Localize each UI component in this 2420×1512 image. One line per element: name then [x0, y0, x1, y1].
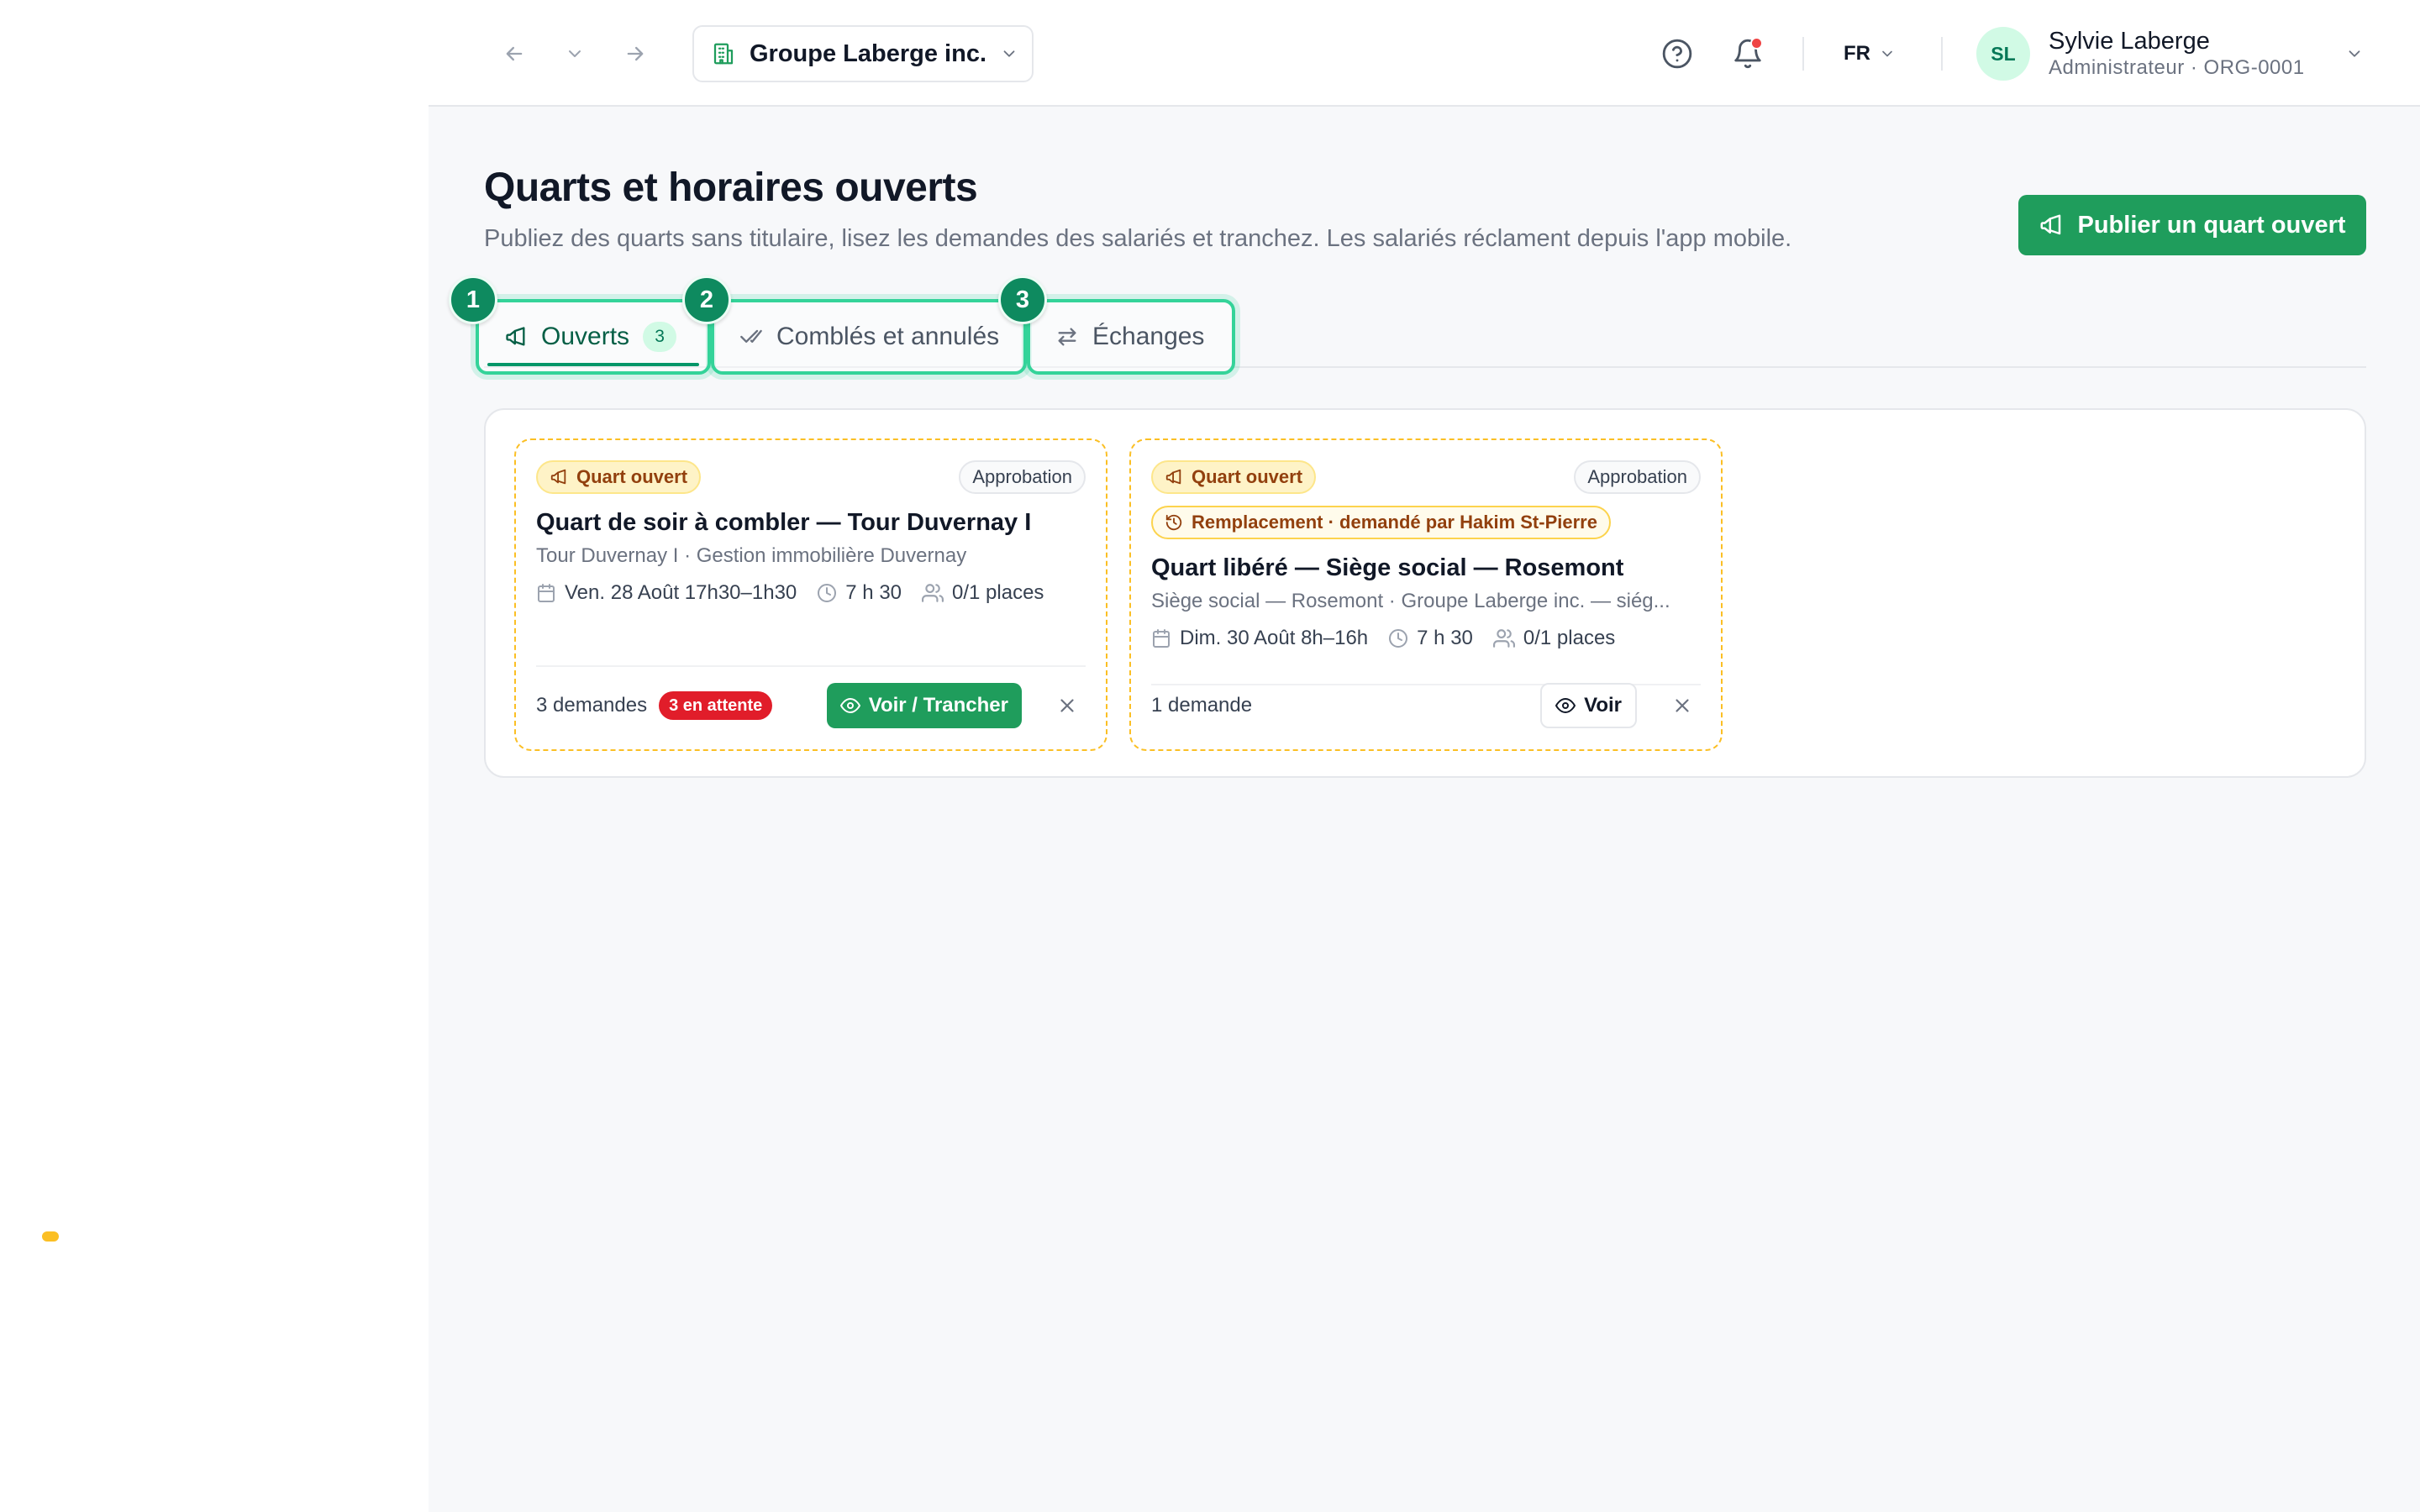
view-button[interactable]: Voir — [1540, 683, 1637, 728]
shift-duration-text: 7 h 30 — [1417, 627, 1473, 649]
shift-title: Quart de soir à combler — Tour Duvernay … — [536, 509, 1032, 536]
open-shifts-panel: Quart ouvert Approbation Quart de soir à… — [484, 408, 2366, 778]
shift-date: Dim. 30 Août 8h–16h — [1151, 627, 1368, 650]
shift-date: Ven. 28 Août 17h30–1h30 — [536, 581, 797, 605]
shift-duration: 7 h 30 — [817, 581, 902, 605]
tab-label: Échanges — [1092, 323, 1205, 350]
status-indicator-dot — [42, 1231, 59, 1242]
step-marker-1: 1 — [449, 276, 497, 324]
divider — [1941, 37, 1943, 71]
open-shift-badge: Quart ouvert — [536, 460, 702, 494]
shift-date-text: Dim. 30 Août 8h–16h — [1180, 627, 1369, 649]
user-name: Sylvie Laberge — [2049, 28, 2210, 55]
sidebar — [0, 0, 429, 1512]
users-icon — [922, 582, 944, 604]
tab-label: Comblés et annulés — [776, 323, 1000, 350]
card-footer: 1 demande Voir — [1151, 679, 1701, 732]
active-tab-indicator — [487, 363, 699, 366]
publish-label: Publier un quart ouvert — [2077, 211, 2346, 239]
eye-icon — [839, 696, 860, 716]
pending-badge: 3 en attente — [659, 691, 773, 720]
calendar-icon — [536, 583, 556, 603]
tab-swaps[interactable]: Échanges — [1027, 299, 1235, 375]
back-arrow-icon[interactable] — [497, 37, 531, 71]
double-check-icon — [739, 325, 763, 349]
user-menu[interactable]: SL Sylvie Laberge Administrateur · ORG-0… — [1976, 25, 2364, 82]
swap-arrows-icon — [1055, 325, 1079, 349]
shift-card[interactable]: Quart ouvert Approbation Remplacement · … — [1129, 438, 1723, 751]
tab-filled-cancelled[interactable]: Comblés et annulés — [711, 299, 1027, 375]
shift-location: Tour Duvernay I · Gestion immobilière Du… — [536, 544, 967, 567]
notification-dot — [1750, 37, 1763, 50]
request-count: 1 demande — [1151, 694, 1253, 717]
building-icon — [711, 41, 736, 66]
top-bar: Groupe Laberge inc. FR SL Sylvie Laberge… — [429, 0, 2420, 107]
org-switcher[interactable]: Groupe Laberge inc. — [692, 25, 1034, 82]
calendar-icon — [1151, 628, 1171, 648]
eye-icon — [1555, 696, 1576, 716]
publish-open-shift-button[interactable]: Publier un quart ouvert — [2018, 195, 2366, 255]
user-role: Administrateur · ORG-0001 — [2049, 56, 2305, 79]
megaphone-icon — [550, 468, 568, 486]
shift-date-text: Ven. 28 Août 17h30–1h30 — [565, 581, 797, 604]
shift-card[interactable]: Quart ouvert Approbation Quart de soir à… — [514, 438, 1107, 751]
org-name: Groupe Laberge inc. — [750, 39, 986, 67]
language-selector[interactable]: FR — [1844, 34, 1896, 74]
shift-places-text: 0/1 places — [1523, 627, 1616, 649]
page-title: Quarts et horaires ouverts — [484, 165, 978, 210]
clock-icon — [1388, 628, 1408, 648]
tab-count-badge: 3 — [643, 322, 677, 352]
close-icon[interactable] — [1049, 687, 1086, 724]
card-divider — [536, 665, 1086, 667]
shift-duration-text: 7 h 30 — [845, 581, 902, 604]
avatar: SL — [1976, 27, 2030, 81]
approval-badge: Approbation — [1574, 460, 1701, 494]
page-subtitle: Publiez des quarts sans titulaire, lisez… — [484, 225, 1792, 252]
approval-badge: Approbation — [959, 460, 1086, 494]
open-shift-badge: Quart ouvert — [1151, 460, 1317, 494]
request-count: 3 demandes — [536, 694, 648, 717]
replacement-badge: Remplacement · demandé par Hakim St-Pier… — [1151, 506, 1611, 539]
button-label: Voir / Trancher — [868, 694, 1008, 717]
users-icon — [1492, 627, 1515, 649]
user-info: Sylvie Laberge Administrateur · ORG-0001 — [2049, 27, 2305, 81]
history-chevron-icon[interactable] — [558, 37, 592, 71]
language-label: FR — [1844, 42, 1870, 65]
badge-label: Quart ouvert — [1192, 466, 1303, 487]
notifications-button[interactable] — [1728, 34, 1768, 74]
shift-places: 0/1 places — [922, 581, 1044, 605]
shift-places: 0/1 places — [1492, 627, 1616, 650]
history-icon — [1165, 513, 1183, 532]
chevron-down-icon — [2345, 45, 2364, 63]
shift-location: Siège social — Rosemont · Groupe Laberge… — [1151, 590, 1670, 612]
replacement-label: Remplacement · demandé par Hakim St-Pier… — [1192, 512, 1597, 533]
tab-open[interactable]: Ouverts 3 — [476, 299, 711, 375]
megaphone-icon — [2039, 213, 2064, 238]
tab-label: Ouverts — [541, 323, 630, 350]
chevron-down-icon — [1000, 45, 1018, 63]
shift-places-text: 0/1 places — [952, 581, 1044, 604]
clock-icon — [817, 583, 837, 603]
shift-duration: 7 h 30 — [1388, 627, 1473, 650]
close-icon[interactable] — [1664, 687, 1701, 724]
megaphone-icon — [504, 325, 528, 349]
view-decide-button[interactable]: Voir / Trancher — [826, 683, 1022, 728]
forward-arrow-icon[interactable] — [618, 37, 652, 71]
help-icon[interactable] — [1657, 34, 1697, 74]
shift-title: Quart libéré — Siège social — Rosemont — [1151, 554, 1624, 581]
card-footer: 3 demandes 3 en attente Voir / Trancher — [536, 679, 1086, 732]
megaphone-icon — [1165, 468, 1183, 486]
step-marker-3: 3 — [998, 276, 1047, 324]
shift-meta: Dim. 30 Août 8h–16h 7 h 30 0/1 places — [1151, 627, 1615, 650]
chevron-down-icon — [1879, 45, 1896, 62]
step-marker-2: 2 — [682, 276, 731, 324]
button-label: Voir — [1584, 694, 1622, 717]
badge-label: Quart ouvert — [576, 466, 688, 487]
divider — [1802, 37, 1804, 71]
shift-meta: Ven. 28 Août 17h30–1h30 7 h 30 0/1 place… — [536, 581, 1044, 605]
